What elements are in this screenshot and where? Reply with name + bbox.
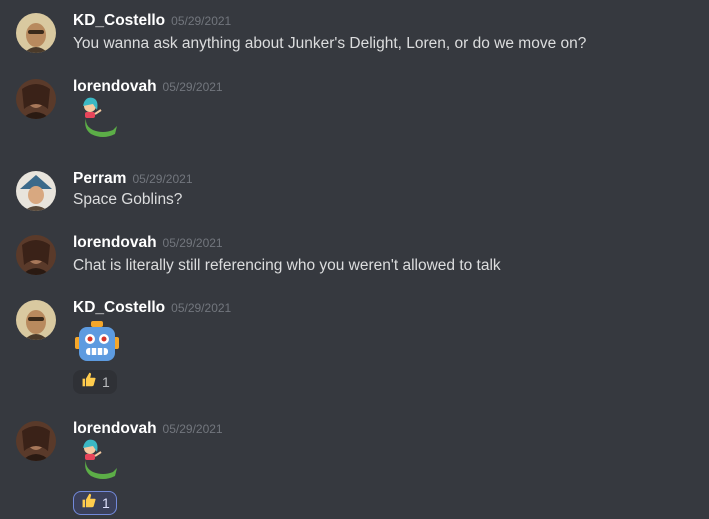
timestamp: 05/29/2021 xyxy=(132,172,193,186)
message-header: KD_Costello 05/29/2021 xyxy=(73,12,231,30)
reaction-thumbs-up[interactable]: 1 xyxy=(73,491,117,515)
mermaid-emoji xyxy=(73,438,121,486)
timestamp: 05/29/2021 xyxy=(162,236,223,250)
avatar-kd-costello[interactable] xyxy=(16,300,56,340)
reaction-thumbs-up[interactable]: 1 xyxy=(73,370,117,394)
timestamp: 05/29/2021 xyxy=(162,80,223,94)
timestamp: 05/29/2021 xyxy=(171,301,232,315)
username[interactable]: lorendovah xyxy=(73,234,157,251)
message-header: lorendovah 05/29/2021 xyxy=(73,78,223,96)
timestamp: 05/29/2021 xyxy=(171,14,232,28)
message-header: Perram 05/29/2021 xyxy=(73,170,193,188)
message-text: You wanna ask anything about Junker's De… xyxy=(73,35,587,52)
username[interactable]: KD_Costello xyxy=(73,299,165,316)
username[interactable]: Perram xyxy=(73,170,126,187)
username[interactable]: lorendovah xyxy=(73,78,157,95)
avatar-lorendovah[interactable] xyxy=(16,79,56,119)
robot-emoji xyxy=(73,319,121,367)
reaction-count: 1 xyxy=(102,495,110,511)
username[interactable]: KD_Costello xyxy=(73,12,165,29)
avatar-lorendovah[interactable] xyxy=(16,235,56,275)
thumbs-up-emoji xyxy=(80,371,97,393)
message-text: Chat is literally still referencing who … xyxy=(73,257,501,274)
avatar-perram[interactable] xyxy=(16,171,56,211)
thumbs-up-emoji xyxy=(80,492,97,514)
message-header: lorendovah 05/29/2021 xyxy=(73,420,223,438)
avatar-kd-costello[interactable] xyxy=(16,13,56,53)
mermaid-emoji xyxy=(73,96,121,144)
avatar-lorendovah[interactable] xyxy=(16,421,56,461)
username[interactable]: lorendovah xyxy=(73,420,157,437)
message-text: Space Goblins? xyxy=(73,191,183,208)
message-header: lorendovah 05/29/2021 xyxy=(73,234,223,252)
timestamp: 05/29/2021 xyxy=(162,422,223,436)
reaction-count: 1 xyxy=(102,374,110,390)
message-header: KD_Costello 05/29/2021 xyxy=(73,299,231,317)
